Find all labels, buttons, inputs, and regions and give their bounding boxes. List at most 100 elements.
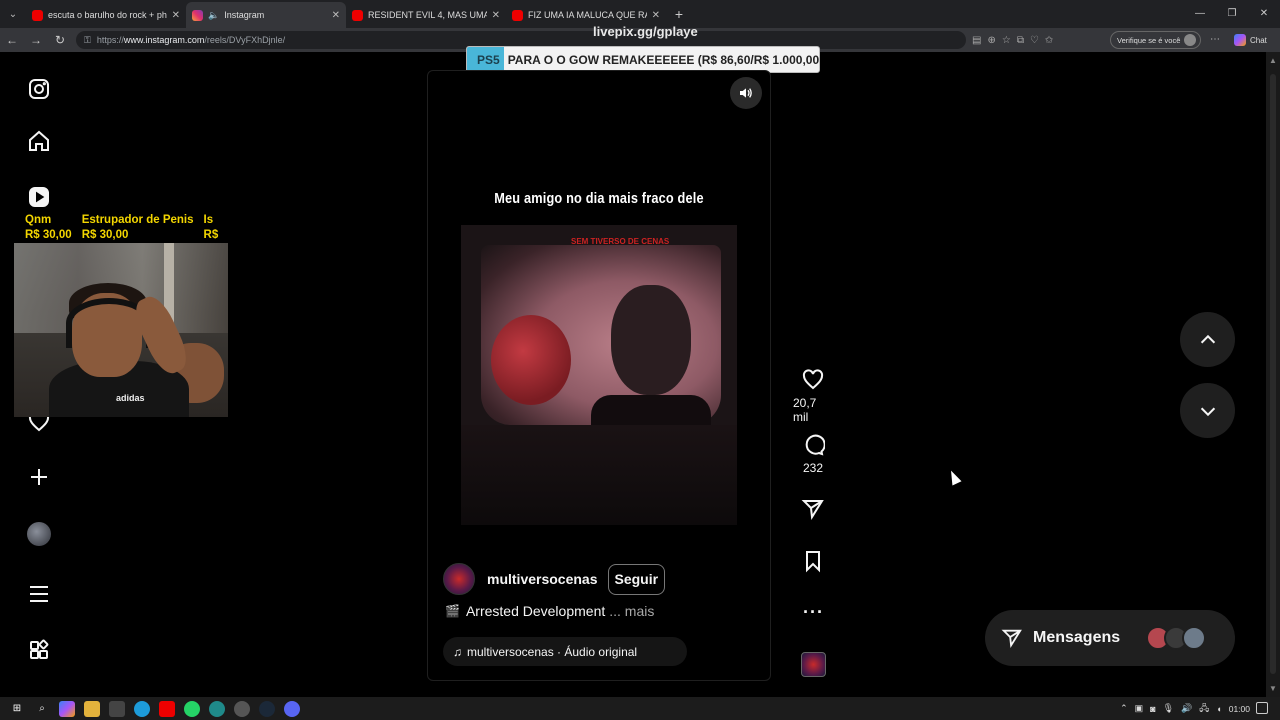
more-options-dots-icon[interactable]: ···	[803, 602, 824, 623]
copilot-chat-button[interactable]: Chat	[1234, 31, 1267, 49]
back-icon[interactable]: ←	[0, 33, 24, 47]
reader-icon[interactable]: ▤	[972, 35, 981, 46]
windows-taskbar: ⊞ ⌕ ⌃ ▣ ◙ 🎙 🔊 🖧 ◖ 01:00	[0, 697, 1280, 720]
favorites-icon[interactable]: ✩	[1045, 35, 1053, 46]
bookmark-icon[interactable]	[801, 549, 825, 573]
system-tray: ⌃ ▣ ◙ 🎙 🔊 🖧 ◖ 01:00	[1120, 697, 1250, 720]
windows-start-icon[interactable]: ⊞	[9, 701, 25, 717]
browser-essentials-icon[interactable]: ♡	[1030, 35, 1039, 46]
share-action[interactable]	[793, 497, 833, 521]
tray-chevron-icon[interactable]: ⌃	[1120, 703, 1128, 714]
minimize-icon[interactable]: —	[1184, 0, 1216, 28]
reel-caption-overlay: Meu amigo no dia mais fraco dele	[494, 190, 704, 207]
reel-description[interactable]: 🎬 Arrested Development ... mais	[445, 603, 654, 619]
edge-icon[interactable]	[134, 700, 150, 717]
scroll-up-icon[interactable]: ▲	[1269, 56, 1277, 65]
tab-actions-menu-icon[interactable]: ⌄	[0, 0, 26, 28]
author-username[interactable]: multiversocenas	[487, 571, 598, 587]
tab-2[interactable]: RESIDENT EVIL 4, MAS UMA IA MUDA ✕	[346, 2, 506, 28]
instagram-logo-icon[interactable]	[25, 75, 53, 103]
file-explorer-icon[interactable]	[84, 700, 100, 717]
video-passenger-red-hair	[491, 315, 571, 405]
steam-icon[interactable]	[259, 700, 275, 717]
browser-active-icon[interactable]	[209, 700, 225, 717]
profile-avatar[interactable]	[27, 522, 51, 546]
close-tab-icon[interactable]: ✕	[332, 10, 340, 21]
video-dashboard	[461, 425, 737, 525]
audio-label: multiversocenas · Áudio original	[467, 644, 638, 659]
author-avatar[interactable]	[443, 563, 475, 595]
restore-icon[interactable]: ❐	[1216, 0, 1248, 28]
search-icon[interactable]: ⌕	[34, 701, 50, 717]
donor-name: Qnm	[25, 214, 52, 226]
discord-icon[interactable]	[284, 700, 300, 717]
page-scrollbar[interactable]: ▲ ▼	[1266, 52, 1280, 697]
reel-video[interactable]: SEM TIVERSO DE CENAS	[461, 225, 737, 525]
like-count: 20,7 mil	[793, 396, 817, 424]
copilot-icon[interactable]	[59, 700, 75, 717]
favorite-star-icon[interactable]: ☆	[1002, 35, 1011, 46]
whatsapp-icon[interactable]	[184, 700, 200, 717]
direct-message-icon	[1001, 629, 1022, 649]
webcam-overlay: adidas	[14, 243, 228, 417]
microphone-icon[interactable]: 🎙	[1163, 703, 1174, 714]
youtube-icon	[32, 9, 43, 21]
donor-entry: Estrupador de Penis R$ 30,00	[82, 213, 194, 243]
next-reel-button[interactable]	[1180, 383, 1235, 438]
more-link[interactable]: ... mais	[609, 603, 654, 619]
zoom-icon[interactable]: ⊕	[987, 35, 995, 46]
close-tab-icon[interactable]: ✕	[172, 10, 180, 21]
site-info-icon[interactable]: ⚿	[84, 35, 91, 46]
save-action[interactable]	[793, 549, 833, 573]
heart-icon[interactable]	[801, 368, 825, 392]
comment-icon[interactable]	[801, 433, 825, 457]
audio-link[interactable]: ♫ multiversocenas · Áudio original	[443, 637, 687, 666]
tab-1[interactable]: 🔈 Instagram ✕	[186, 2, 346, 28]
close-tab-icon[interactable]: ✕	[652, 10, 660, 21]
tab-title: RESIDENT EVIL 4, MAS UMA IA MUDA	[368, 10, 487, 20]
profile-verify-button[interactable]: Verifique se é você	[1110, 31, 1202, 49]
window-controls: — ❐ ✕	[1184, 0, 1280, 28]
tab-0[interactable]: escuta o barulho do rock + phonk ✕	[26, 2, 186, 28]
profile-avatar-icon	[1184, 34, 1197, 46]
reload-icon[interactable]: ↻	[48, 33, 72, 47]
extensions-icon[interactable]: ⧉	[1017, 35, 1024, 46]
messages-button[interactable]: Mensagens	[985, 610, 1235, 666]
reels-icon[interactable]	[25, 183, 53, 211]
new-tab-button[interactable]: +	[666, 6, 692, 22]
forward-icon[interactable]: →	[24, 33, 48, 47]
also-from-meta-icon[interactable]	[25, 636, 53, 664]
volume-tray-icon[interactable]: 🔊	[1181, 703, 1192, 714]
previous-reel-button[interactable]	[1180, 312, 1235, 367]
speaker-icon[interactable]: 🔈	[208, 10, 219, 21]
tray-app-icon[interactable]: ▣	[1135, 703, 1144, 714]
store-icon[interactable]	[109, 700, 125, 717]
tray-volume-icon[interactable]: ◖	[1216, 704, 1221, 714]
scrollbar-thumb[interactable]	[1270, 74, 1276, 674]
share-paper-plane-icon[interactable]	[801, 497, 825, 521]
create-plus-icon[interactable]	[25, 463, 53, 491]
clock[interactable]: 01:00	[1229, 704, 1250, 714]
address-bar-icons: ▤ ⊕ ☆ ⧉ ♡ ✩	[972, 35, 1053, 46]
scroll-down-icon[interactable]: ▼	[1269, 684, 1277, 693]
close-window-icon[interactable]: ✕	[1248, 0, 1280, 28]
follow-button[interactable]: Seguir	[607, 563, 666, 595]
chrome-icon[interactable]	[234, 700, 250, 717]
volume-button[interactable]	[730, 77, 762, 109]
more-options-icon[interactable]: ⋯	[1210, 34, 1220, 45]
audio-thumbnail[interactable]	[801, 652, 826, 677]
more-menu-icon[interactable]	[25, 580, 53, 608]
like-action[interactable]: 20,7 mil	[793, 368, 833, 424]
close-tab-icon[interactable]: ✕	[492, 10, 500, 21]
shirt-logo: adidas	[116, 393, 145, 403]
donor-amount: R$	[203, 229, 219, 241]
messages-label: Mensagens	[1033, 629, 1121, 646]
tray-app-icon[interactable]: ◙	[1150, 704, 1155, 714]
notifications-icon[interactable]	[1256, 702, 1268, 714]
youtube-app-icon[interactable]	[159, 700, 175, 717]
network-icon[interactable]: 🖧	[1199, 701, 1209, 717]
url-scheme: https://	[96, 35, 124, 45]
donor-amount: R$ 30,00	[81, 229, 129, 241]
home-icon[interactable]	[25, 127, 53, 155]
comment-action[interactable]: 232	[793, 433, 833, 475]
